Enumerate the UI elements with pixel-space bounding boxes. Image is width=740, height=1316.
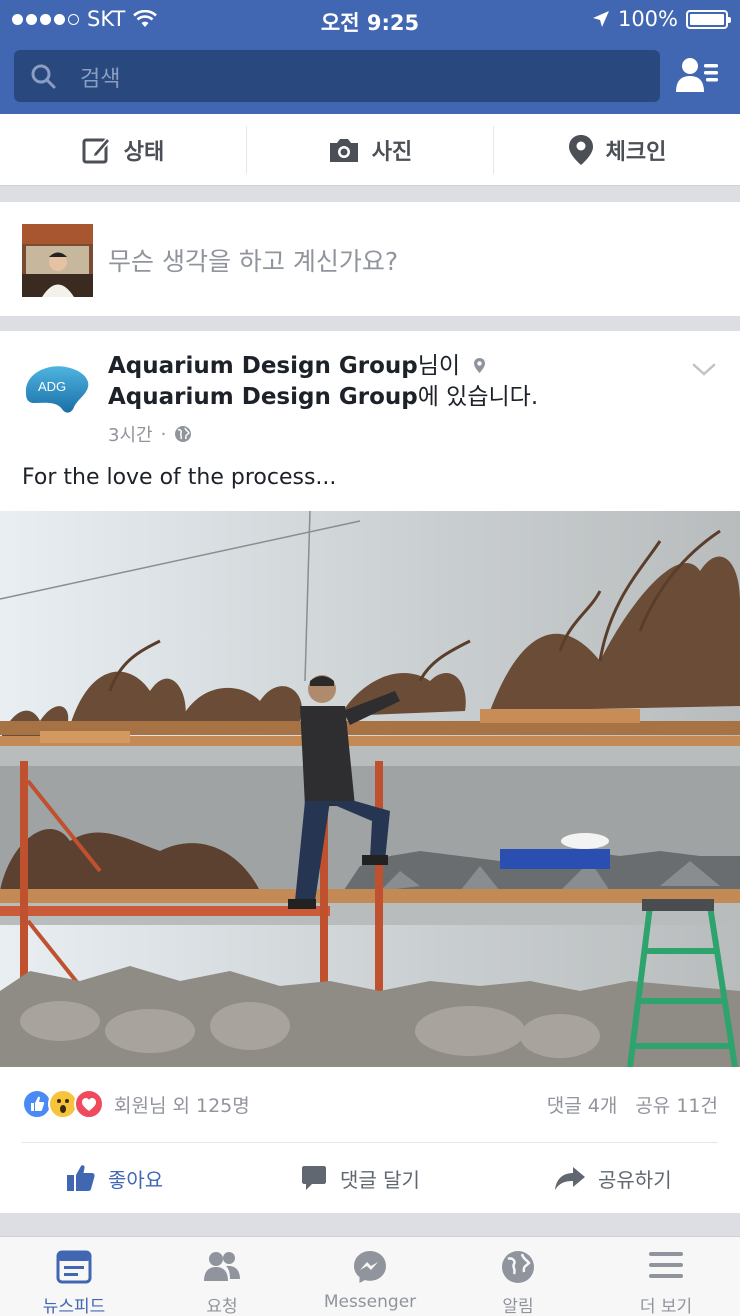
search-bar[interactable]: 검색: [14, 50, 660, 102]
messenger-icon: [354, 1251, 386, 1283]
search-icon: [31, 64, 56, 89]
post-actions: 좋아요 댓글 달기 공유하기: [0, 1143, 740, 1213]
comment-button-label: 댓글 달기: [340, 1167, 420, 1192]
feed-post: ADG Aquarium Design Group님이 Aquarium Des…: [0, 331, 740, 1213]
share-button-label: 공유하기: [598, 1167, 672, 1192]
photo-button[interactable]: 사진: [247, 114, 493, 186]
tab-label: 뉴스피드: [42, 1297, 106, 1316]
place-name[interactable]: Aquarium Design Group: [108, 384, 418, 410]
status-button[interactable]: 상태: [0, 114, 246, 186]
author-suffix: 님이: [417, 353, 461, 379]
engagement-counts: 댓글 4개 공유 11건: [547, 1091, 718, 1118]
comment-button[interactable]: 댓글 달기: [300, 1143, 420, 1213]
love-reaction-icon: [74, 1089, 104, 1119]
photo-button-label: 사진: [371, 140, 413, 165]
status-bar: SKT 오전 9:25 100%: [0, 0, 740, 38]
post-header-text: Aquarium Design Group님이 Aquarium Design …: [108, 351, 588, 413]
like-button-label: 좋아요: [108, 1167, 164, 1192]
post-photo[interactable]: [0, 511, 740, 1067]
comments-count[interactable]: 댓글 4개: [547, 1091, 618, 1118]
tab-label: Messenger: [323, 1292, 417, 1312]
share-button[interactable]: 공유하기: [554, 1143, 672, 1213]
tab-label: 알림: [502, 1297, 534, 1316]
reactions-text: 회원님 외 125명: [114, 1094, 250, 1117]
search-placeholder: 검색: [80, 67, 121, 92]
thumbs-up-icon: [67, 1165, 95, 1191]
share-arrow-icon: [555, 1167, 585, 1190]
page-logo[interactable]: ADG: [22, 359, 92, 417]
post-text: For the love of the process...: [22, 465, 337, 490]
tab-messenger[interactable]: Messenger: [296, 1237, 444, 1316]
meta-separator: ·: [160, 423, 167, 445]
whats-on-your-mind[interactable]: 무슨 생각을 하고 계신가요?: [0, 202, 740, 316]
composer-bar: 상태 사진 체크인: [0, 114, 740, 186]
app-header: SKT 오전 9:25 100% 검색: [0, 0, 740, 114]
tab-more[interactable]: 더 보기: [592, 1237, 740, 1316]
requests-icon: [204, 1252, 240, 1281]
reactions-summary[interactable]: 회원님 외 125명: [22, 1089, 250, 1119]
friend-requests-icon[interactable]: [676, 56, 720, 96]
location-pin-icon: [474, 358, 486, 373]
status-button-label: 상태: [123, 140, 165, 165]
comment-icon: [302, 1166, 326, 1190]
tab-label: 요청: [206, 1297, 238, 1316]
avatar[interactable]: [22, 224, 93, 297]
edit-icon: [82, 136, 111, 164]
shares-count[interactable]: 공유 11건: [635, 1091, 718, 1118]
author-name[interactable]: Aquarium Design Group: [108, 353, 418, 379]
camera-icon: [329, 139, 358, 162]
post-prompt-placeholder: 무슨 생각을 하고 계신가요?: [108, 247, 399, 276]
battery-icon: [686, 9, 731, 29]
checkin-button[interactable]: 체크인: [494, 114, 740, 186]
notifications-icon: [502, 1251, 534, 1283]
globe-icon: [175, 426, 192, 442]
news-feed-icon: [56, 1250, 92, 1284]
tab-label: 더 보기: [639, 1297, 693, 1316]
status-right: 100%: [592, 7, 731, 31]
more-icon: [649, 1252, 683, 1278]
tab-requests[interactable]: 요청: [148, 1237, 296, 1316]
tab-notifications[interactable]: 알림: [444, 1237, 592, 1316]
location-arrow-icon: [592, 11, 609, 27]
post-meta: 3시간 ·: [108, 421, 192, 447]
like-button[interactable]: 좋아요: [66, 1143, 163, 1213]
checkin-button-label: 체크인: [605, 140, 667, 165]
chevron-down-icon[interactable]: [692, 363, 716, 377]
post-time[interactable]: 3시간: [108, 421, 153, 447]
location-pin-icon: [568, 135, 593, 165]
place-suffix: 에 있습니다.: [417, 384, 539, 410]
tab-news-feed[interactable]: 뉴스피드: [0, 1237, 148, 1316]
battery-percent: 100%: [617, 7, 678, 31]
svg-text:ADG: ADG: [38, 379, 66, 394]
bottom-tab-bar: 뉴스피드 요청 Messenger 알림 더 보기: [0, 1236, 740, 1316]
